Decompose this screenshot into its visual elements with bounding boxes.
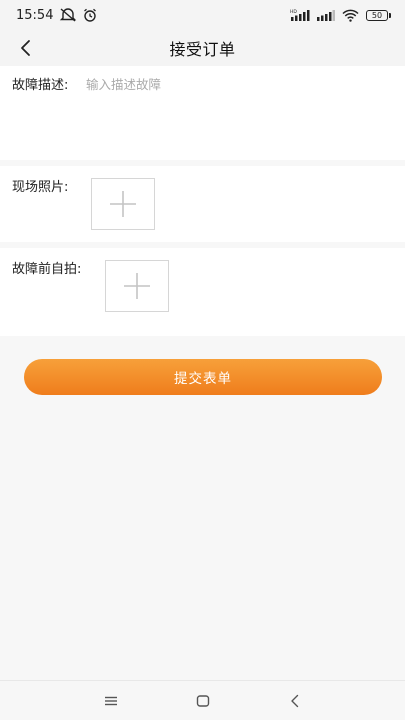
description-input[interactable]: [86, 74, 386, 152]
back-button[interactable]: [12, 34, 40, 62]
cellular-signal-icon-2: [317, 9, 335, 21]
page-title: 接受订单: [169, 40, 236, 59]
site-photo-upload-button[interactable]: [91, 178, 155, 230]
battery-level: 50: [366, 9, 388, 21]
back-icon: [291, 694, 299, 708]
menu-icon: [105, 696, 117, 706]
cellular-signal-icon: HD: [290, 9, 310, 21]
system-nav-bar: [0, 680, 405, 720]
status-bar: 15:54 HD 50: [0, 0, 405, 30]
submit-button[interactable]: 提交表单: [24, 359, 382, 395]
selfie-label: 故障前自拍:: [12, 262, 82, 277]
alarm-icon: [83, 8, 97, 22]
description-label: 故障描述:: [12, 78, 69, 93]
menu-button[interactable]: [97, 689, 125, 713]
home-icon: [196, 695, 210, 707]
selfie-upload-button[interactable]: [105, 260, 169, 312]
hd-badge: HD: [290, 9, 297, 15]
status-time: 15:54: [16, 7, 54, 23]
plus-icon: [124, 273, 150, 299]
notifications-off-icon: [59, 8, 77, 22]
home-button[interactable]: [189, 689, 217, 713]
selfie-section: 故障前自拍:: [0, 248, 405, 336]
wifi-icon: [342, 9, 359, 22]
system-back-button[interactable]: [281, 689, 309, 713]
site-photo-label: 现场照片:: [12, 180, 69, 195]
description-section: 故障描述:: [0, 66, 405, 160]
header: 接受订单: [0, 30, 405, 66]
battery-icon: 50: [366, 9, 391, 21]
plus-icon: [110, 191, 136, 217]
chevron-left-icon: [21, 40, 30, 56]
site-photo-section: 现场照片:: [0, 166, 405, 242]
